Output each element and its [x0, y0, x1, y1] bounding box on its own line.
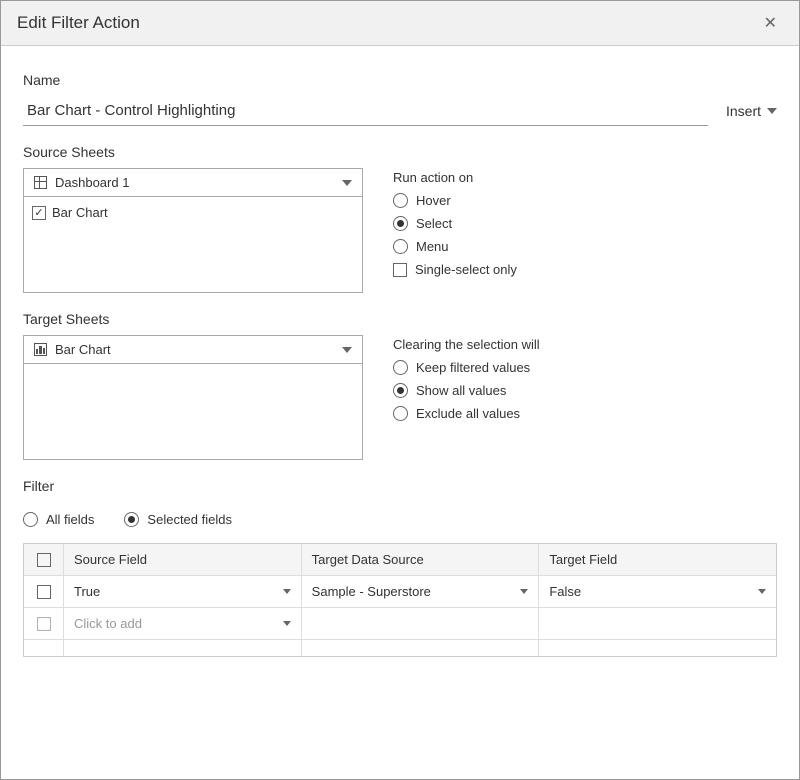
clear-option-keep[interactable]: Keep filtered values — [393, 356, 777, 379]
run-option-menu[interactable]: Menu — [393, 235, 777, 258]
chevron-down-icon — [758, 589, 766, 594]
chevron-down-icon — [767, 108, 777, 114]
table-row — [24, 640, 776, 656]
radio-icon[interactable] — [124, 512, 139, 527]
chevron-down-icon — [342, 180, 352, 186]
name-label: Name — [23, 72, 777, 88]
clearing-label: Clearing the selection will — [393, 337, 777, 352]
target-ds-cell[interactable]: Sample - Superstore — [302, 576, 540, 607]
target-field-cell[interactable] — [539, 608, 776, 639]
source-dropdown[interactable]: Dashboard 1 — [23, 168, 363, 197]
chevron-down-icon — [283, 621, 291, 626]
radio-icon[interactable] — [393, 216, 408, 231]
filter-option-all-fields[interactable]: All fields — [23, 508, 94, 531]
dialog-header: Edit Filter Action ✕ — [1, 1, 799, 46]
table-header: Source Field Target Data Source Target F… — [24, 544, 776, 576]
source-field-cell[interactable]: Click to add — [64, 608, 302, 639]
checkbox-icon[interactable] — [37, 585, 51, 599]
radio-icon[interactable] — [23, 512, 38, 527]
run-option-select[interactable]: Select — [393, 212, 777, 235]
filter-option-selected-fields[interactable]: Selected fields — [124, 508, 232, 531]
radio-icon[interactable] — [393, 406, 408, 421]
chevron-down-icon — [342, 347, 352, 353]
checkbox-icon[interactable] — [37, 553, 51, 567]
dialog-title: Edit Filter Action — [17, 13, 140, 33]
filter-label: Filter — [23, 478, 777, 494]
run-option-hover[interactable]: Hover — [393, 189, 777, 212]
source-dropdown-value: Dashboard 1 — [55, 175, 129, 190]
checkbox-icon[interactable] — [393, 263, 407, 277]
source-sheets-list: ✓ Bar Chart — [23, 197, 363, 293]
target-dropdown-value: Bar Chart — [55, 342, 111, 357]
table-row: True Sample - Superstore False — [24, 576, 776, 608]
target-dropdown[interactable]: Bar Chart — [23, 335, 363, 364]
clear-option-exclude[interactable]: Exclude all values — [393, 402, 777, 425]
single-select-only[interactable]: Single-select only — [393, 258, 777, 281]
radio-icon[interactable] — [393, 383, 408, 398]
list-item[interactable]: ✓ Bar Chart — [32, 203, 354, 222]
checkbox-icon[interactable]: ✓ — [32, 206, 46, 220]
run-action-label: Run action on — [393, 170, 777, 185]
clear-option-show[interactable]: Show all values — [393, 379, 777, 402]
filter-table: Source Field Target Data Source Target F… — [23, 543, 777, 657]
source-field-cell[interactable]: True — [64, 576, 302, 607]
col-source-field: Source Field — [64, 544, 302, 575]
target-field-cell[interactable]: False — [539, 576, 776, 607]
radio-icon[interactable] — [393, 360, 408, 375]
col-target-field: Target Field — [539, 544, 776, 575]
source-sheets-label: Source Sheets — [23, 144, 777, 160]
target-ds-cell[interactable] — [302, 608, 540, 639]
chevron-down-icon — [520, 589, 528, 594]
col-target-ds: Target Data Source — [302, 544, 540, 575]
radio-icon[interactable] — [393, 239, 408, 254]
list-item-label: Bar Chart — [52, 205, 108, 220]
target-sheets-list — [23, 364, 363, 460]
insert-label: Insert — [726, 103, 761, 119]
name-input[interactable] — [23, 96, 708, 126]
close-icon[interactable]: ✕ — [758, 11, 783, 35]
dashboard-icon — [34, 176, 47, 189]
table-row: Click to add — [24, 608, 776, 640]
target-sheets-label: Target Sheets — [23, 311, 777, 327]
insert-dropdown[interactable]: Insert — [726, 103, 777, 119]
chevron-down-icon — [283, 589, 291, 594]
checkbox-icon[interactable] — [37, 617, 51, 631]
barchart-icon — [34, 343, 47, 356]
radio-icon[interactable] — [393, 193, 408, 208]
